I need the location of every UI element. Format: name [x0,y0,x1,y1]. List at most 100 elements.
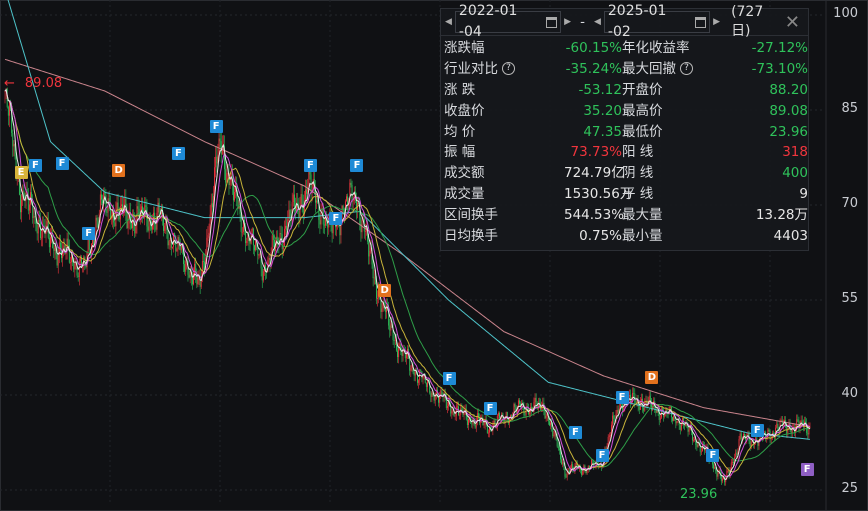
min-price-label: 23.96 [680,487,718,502]
candle [7,107,9,116]
signal-marker-f[interactable]: F [303,159,317,173]
candle [73,262,75,270]
signal-marker-f[interactable]: F [483,401,497,415]
candle [167,229,169,246]
close-icon[interactable]: ✕ [785,12,800,33]
candle [616,409,618,415]
candle [364,231,366,233]
signal-marker-f[interactable]: F [442,371,456,385]
stat-label-text: 日均换手 [444,228,498,245]
signal-marker-d[interactable]: D [645,371,659,385]
stat-label: 涨跌幅 [444,38,564,59]
candle [229,181,231,186]
candle [613,415,615,419]
candle [135,224,137,234]
signal-marker-f[interactable]: F [350,159,364,173]
candle [300,194,302,207]
signal-marker-f[interactable]: F [82,226,96,240]
start-next-arrow[interactable]: ▶ [564,17,571,27]
signal-marker-f[interactable]: F [800,463,814,477]
stat-label-text: 平 线 [622,186,654,203]
end-prev-arrow[interactable]: ◀ [594,17,601,27]
candle [8,102,10,116]
signal-marker-f[interactable]: F [55,157,69,171]
candle [158,202,160,213]
help-icon[interactable]: ? [680,62,693,76]
stat-label: 振 幅 [444,142,564,163]
candle [735,452,737,458]
candle [739,433,741,440]
max-price-value: 89.08 [24,76,63,91]
help-icon[interactable]: ? [502,62,515,76]
candle [208,232,210,236]
stat-value: -60.15% [564,38,622,59]
candle [534,397,536,402]
stat-value: 0.75% [564,226,622,247]
candle [679,425,681,430]
candle [215,156,217,168]
candle [389,325,391,331]
candle [612,415,614,425]
end-next-arrow[interactable]: ▶ [713,17,720,27]
candle [529,411,530,415]
candle [77,275,79,278]
stat-label-text: 涨跌幅 [444,40,485,56]
stat-value: 4403 [742,226,808,247]
candle [188,274,190,278]
candle [720,475,722,482]
signal-marker-e[interactable]: E [14,166,28,180]
stat-label: 最大回撤? [622,59,742,80]
candle [405,354,407,359]
signal-marker-f[interactable]: F [171,147,185,161]
candle [164,225,166,231]
y-tick-label: 25 [841,480,858,496]
start-prev-arrow[interactable]: ◀ [445,17,452,27]
candle [535,397,537,406]
candle [240,214,242,232]
calendar-icon[interactable] [546,16,558,28]
candle [381,308,383,312]
signal-marker-f[interactable]: F [28,159,42,173]
calendar-icon[interactable] [695,16,707,28]
candle [693,440,695,441]
candle [557,446,559,449]
candle [155,224,157,230]
signal-marker-f[interactable]: F [209,119,223,133]
signal-marker-f[interactable]: F [329,211,343,225]
candle [87,239,89,252]
signal-marker-f[interactable]: F [706,449,720,463]
stat-label: 区间换手 [444,205,564,226]
candle [659,417,661,420]
candle [305,189,306,201]
end-date-input[interactable]: 2025-01 -02 [603,3,711,40]
candle [293,194,295,208]
candle [301,194,303,205]
candle [394,339,396,341]
signal-marker-f[interactable]: F [595,449,609,463]
candle [609,435,611,436]
candle [41,237,43,239]
candle [234,192,235,201]
signal-marker-d[interactable]: D [378,283,392,297]
signal-marker-f[interactable]: F [568,425,582,439]
candle [130,223,132,229]
stat-label-text: 区间换手 [444,207,498,224]
candle [225,169,227,183]
signal-marker-f[interactable]: F [750,423,764,437]
start-date-input[interactable]: 2022-01 -04 [454,3,562,40]
candle [316,200,318,203]
y-tick-label: 55 [841,290,858,306]
candle [262,271,264,281]
candle [390,323,392,331]
signal-marker-f[interactable]: F [615,390,629,404]
candle [425,382,427,387]
candle [562,462,564,465]
stat-label-text: 开盘价 [622,81,663,98]
candle [34,216,36,217]
candle [459,414,461,416]
candle [696,444,698,447]
candle [513,403,515,413]
date-range-bar: ◀ 2022-01 -04 ▶ - ◀ 2025-01 -02 ▶ (727日)… [441,3,808,40]
signal-marker-d[interactable]: D [112,164,126,178]
candle [397,350,398,358]
